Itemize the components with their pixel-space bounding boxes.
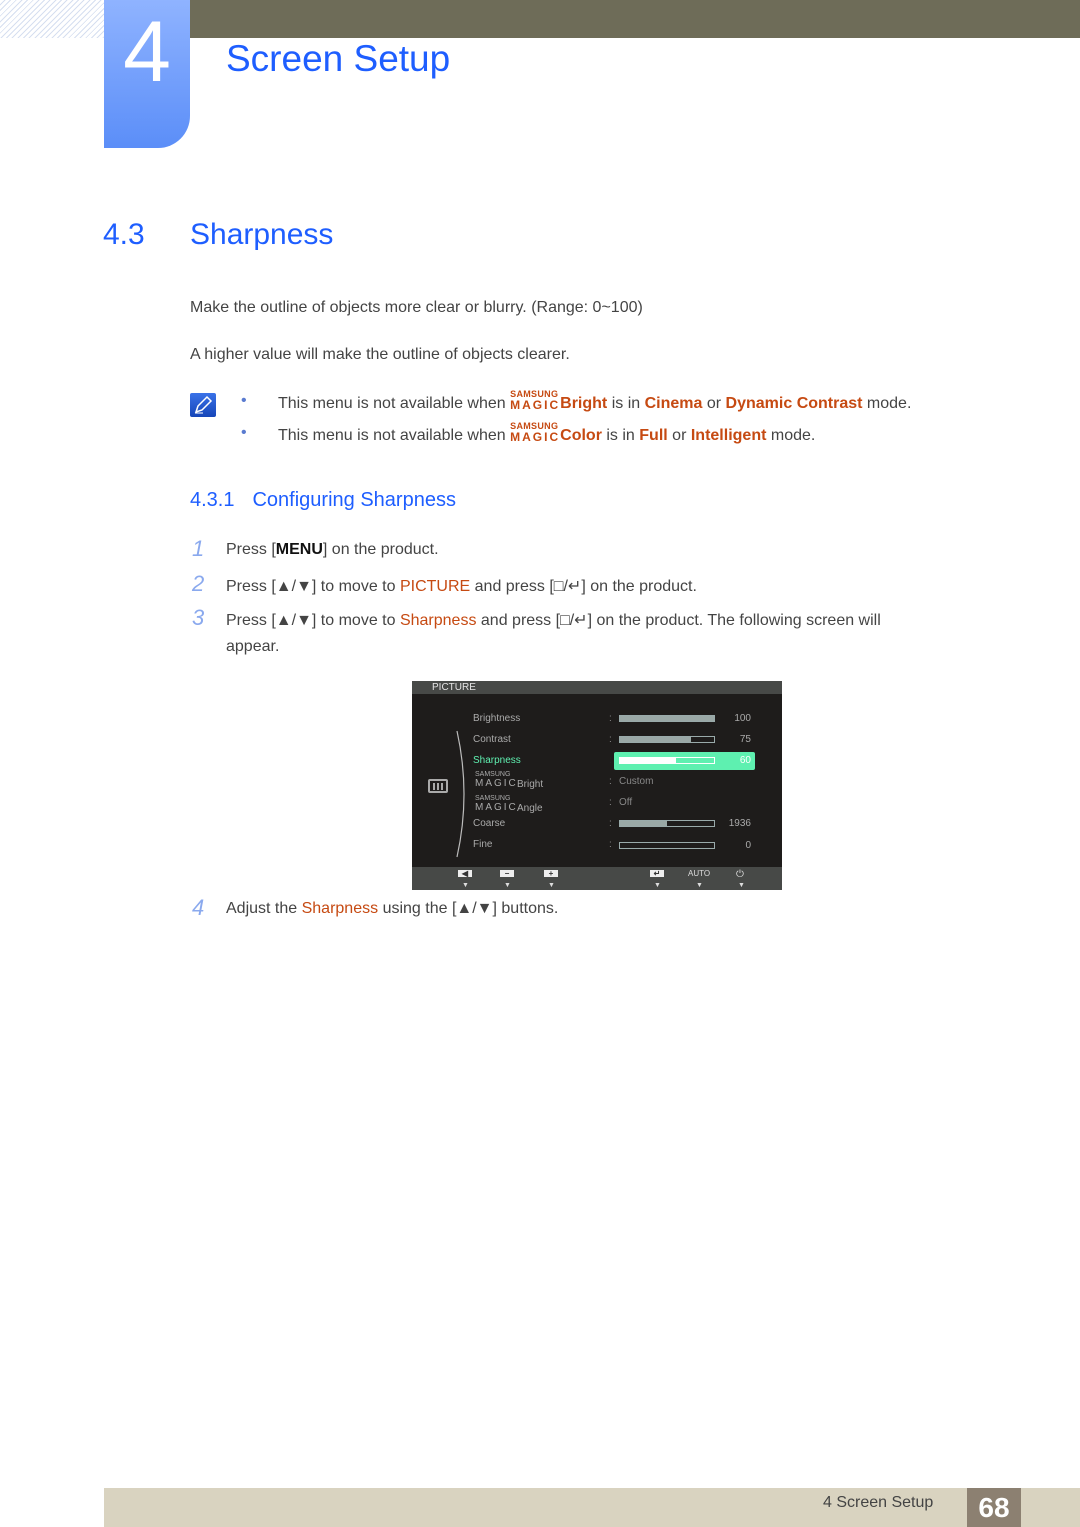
samsung-magic-logo: SAMSUNG MAGIC	[475, 795, 518, 813]
step-2: Press [▲/▼] to move to PICTURE and press…	[226, 578, 697, 595]
subsection-heading: 4.3.1 Configuring Sharpness	[190, 489, 456, 511]
step-3-continued: appear.	[226, 638, 280, 655]
osd-item-contrast[interactable]: Contrast	[473, 734, 511, 745]
contrast-value: 75	[739, 734, 751, 745]
osd-screenshot: PICTURE Brightness : 100 Contrast : 75 S…	[412, 681, 782, 890]
bar-fill	[620, 758, 677, 763]
feature-name: Color	[560, 427, 602, 444]
coarse-value: 1936	[728, 818, 751, 829]
picture-menu-icon	[428, 779, 448, 793]
mode-option: Intelligent	[690, 427, 767, 444]
osd-item-magic-bright[interactable]: SAMSUNG MAGIC Bright	[473, 771, 543, 790]
power-icon[interactable]: ⏻	[736, 869, 744, 880]
magic-angle-value: Off	[619, 797, 633, 808]
feature-name: Bright	[560, 395, 608, 412]
header-bar	[190, 0, 1080, 38]
enter-icon[interactable]: ↵	[650, 870, 664, 878]
osd-header: PICTURE	[412, 681, 782, 694]
coarse-bar	[619, 820, 715, 827]
menu-target: PICTURE	[399, 578, 471, 595]
bullet: •	[241, 424, 247, 441]
samsung-magic-logo: SAMSUNG MAGIC	[510, 389, 561, 412]
section-number: 4.3	[103, 218, 145, 251]
footer-bar	[104, 1488, 1080, 1527]
osd-arc-decoration	[456, 730, 465, 858]
left-arrow-icon[interactable]: ◀	[458, 870, 472, 878]
mode-option: Dynamic Contrast	[725, 395, 863, 412]
header-hatch	[0, 0, 104, 38]
step-number: 1	[192, 536, 205, 561]
fine-value: 0	[745, 840, 751, 851]
mode-option: Cinema	[644, 395, 703, 412]
bullet: •	[241, 392, 247, 409]
note-text: This menu is not available when	[278, 427, 506, 444]
samsung-magic-logo: SAMSUNG MAGIC	[475, 771, 518, 789]
brightness-value: 100	[734, 713, 751, 724]
contrast-bar	[619, 736, 715, 743]
bar-fill	[620, 821, 667, 826]
mode-option: Full	[639, 427, 668, 444]
sharpness-bar[interactable]	[619, 757, 715, 764]
osd-item-fine[interactable]: Fine	[473, 839, 492, 850]
sharpness-value: 60	[739, 755, 751, 766]
minus-icon[interactable]: −	[500, 870, 514, 878]
fine-bar	[619, 842, 715, 849]
osd-item-brightness[interactable]: Brightness	[473, 713, 520, 724]
osd-title: PICTURE	[432, 682, 476, 693]
note-text: This menu is not available when	[278, 395, 506, 412]
osd-item-sharpness[interactable]: Sharpness	[473, 755, 521, 766]
step-number: 2	[192, 571, 205, 596]
osd-button-bar: ◀ ▼ − ▼ + ▼ ↵ ▼ AUTO ▼ ⏻ ▼	[412, 867, 782, 890]
intro-paragraph: Make the outline of objects more clear o…	[190, 299, 643, 316]
note-item: This menu is not available when SAMSUNG M…	[278, 421, 816, 444]
plus-icon[interactable]: +	[544, 870, 558, 878]
menu-key: MENU	[275, 541, 323, 558]
step-number: 3	[192, 605, 205, 630]
step-number: 4	[192, 895, 205, 920]
auto-button[interactable]: AUTO	[688, 869, 710, 878]
samsung-magic-logo: SAMSUNG MAGIC	[510, 421, 561, 444]
note-item: This menu is not available when SAMSUNG M…	[278, 389, 912, 412]
step-1: Press [MENU] on the product.	[226, 541, 439, 558]
step-4: Adjust the Sharpness using the [▲/▼] but…	[226, 900, 559, 917]
osd-item-coarse[interactable]: Coarse	[473, 818, 505, 829]
note-pencil-icon	[190, 393, 216, 417]
magic-bright-value: Custom	[619, 776, 654, 787]
page-number: 68	[967, 1488, 1021, 1527]
menu-target: Sharpness	[399, 612, 477, 629]
chapter-number-tab: 4	[104, 0, 190, 148]
menu-target: Sharpness	[301, 900, 379, 917]
bar-fill	[620, 737, 691, 742]
step-3: Press [▲/▼] to move to Sharpness and pre…	[226, 612, 881, 629]
intro-paragraph: A higher value will make the outline of …	[190, 346, 570, 363]
brightness-bar	[619, 715, 715, 722]
chapter-title: Screen Setup	[226, 38, 451, 79]
osd-item-magic-angle[interactable]: SAMSUNG MAGIC Angle	[473, 795, 543, 814]
section-title: Sharpness	[190, 218, 334, 251]
footer-chapter-label: 4 Screen Setup	[823, 1494, 934, 1511]
bar-fill	[620, 716, 714, 721]
